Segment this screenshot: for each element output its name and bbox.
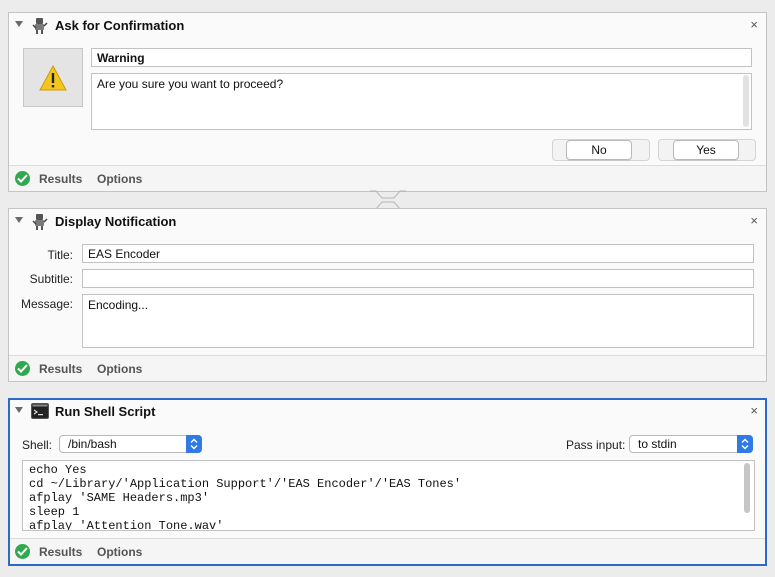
disclosure-triangle-icon[interactable] — [15, 217, 23, 223]
script-line: afplay 'Attention Tone.wav' — [29, 519, 224, 531]
script-scrollbar[interactable] — [744, 463, 750, 513]
chevron-updown-icon — [186, 435, 202, 453]
action-footer: Results Options — [10, 538, 765, 564]
automator-robot-icon — [31, 213, 49, 231]
script-line: afplay 'SAME Headers.mp3' — [29, 491, 210, 505]
message-field[interactable]: Are you sure you want to proceed? — [91, 73, 752, 130]
script-line: cd ~/Library/'Application Support'/'EAS … — [29, 477, 462, 491]
options-tab[interactable]: Options — [97, 545, 142, 559]
shell-select[interactable]: /bin/bash — [59, 435, 202, 453]
disclosure-triangle-icon[interactable] — [15, 21, 23, 27]
heading-field[interactable]: Warning — [91, 48, 752, 67]
subtitle-field[interactable] — [82, 269, 754, 288]
run-shell-script-action[interactable]: Run Shell Script × Shell: /bin/bash Pass… — [8, 398, 767, 566]
results-tab[interactable]: Results — [39, 545, 82, 559]
title-label: Title: — [47, 248, 73, 262]
pass-input-select[interactable]: to stdin — [629, 435, 753, 453]
script-editor[interactable]: echo Yes cd ~/Library/'Application Suppo… — [22, 460, 755, 531]
disclosure-triangle-icon[interactable] — [15, 407, 23, 413]
script-line: sleep 1 — [29, 505, 80, 519]
terminal-icon — [31, 403, 49, 421]
automator-robot-icon — [31, 17, 49, 35]
pass-input-label: Pass input: — [566, 438, 626, 452]
display-notification-action[interactable]: Display Notification × Title: EAS Encode… — [8, 208, 767, 382]
script-line: echo Yes — [29, 463, 87, 477]
action-footer: Results Options — [9, 165, 766, 191]
action-connector — [370, 190, 406, 210]
checkmark-icon — [15, 544, 30, 559]
no-button[interactable]: No — [566, 140, 632, 160]
subtitle-label: Subtitle: — [29, 272, 73, 286]
action-footer: Results Options — [9, 355, 766, 381]
action-header: Run Shell Script × — [10, 400, 765, 426]
pass-input-select-value: to stdin — [638, 437, 677, 451]
checkmark-icon — [15, 361, 30, 376]
options-tab[interactable]: Options — [97, 362, 142, 376]
results-tab[interactable]: Results — [39, 172, 82, 186]
yes-button[interactable]: Yes — [673, 140, 739, 160]
close-icon[interactable]: × — [750, 17, 758, 32]
results-tab[interactable]: Results — [39, 362, 82, 376]
message-label: Message: — [20, 297, 73, 311]
action-header: Display Notification × — [9, 209, 766, 235]
shell-label: Shell: — [22, 438, 53, 452]
title-field[interactable]: EAS Encoder — [82, 244, 754, 263]
checkmark-icon — [15, 171, 30, 186]
shell-select-value: /bin/bash — [68, 437, 117, 451]
ask-for-confirmation-action[interactable]: Ask for Confirmation × Warning Are you s… — [8, 12, 767, 192]
message-scrollbar[interactable] — [743, 75, 749, 127]
message-field[interactable]: Encoding... — [82, 294, 754, 348]
chevron-updown-icon — [737, 435, 753, 453]
close-icon[interactable]: × — [750, 403, 758, 418]
action-title: Run Shell Script — [55, 404, 156, 419]
warning-icon — [39, 64, 67, 91]
close-icon[interactable]: × — [750, 213, 758, 228]
action-header: Ask for Confirmation × — [9, 13, 766, 39]
warning-icon-well — [23, 48, 83, 107]
options-tab[interactable]: Options — [97, 172, 142, 186]
action-title: Ask for Confirmation — [55, 18, 185, 33]
action-title: Display Notification — [55, 214, 177, 229]
